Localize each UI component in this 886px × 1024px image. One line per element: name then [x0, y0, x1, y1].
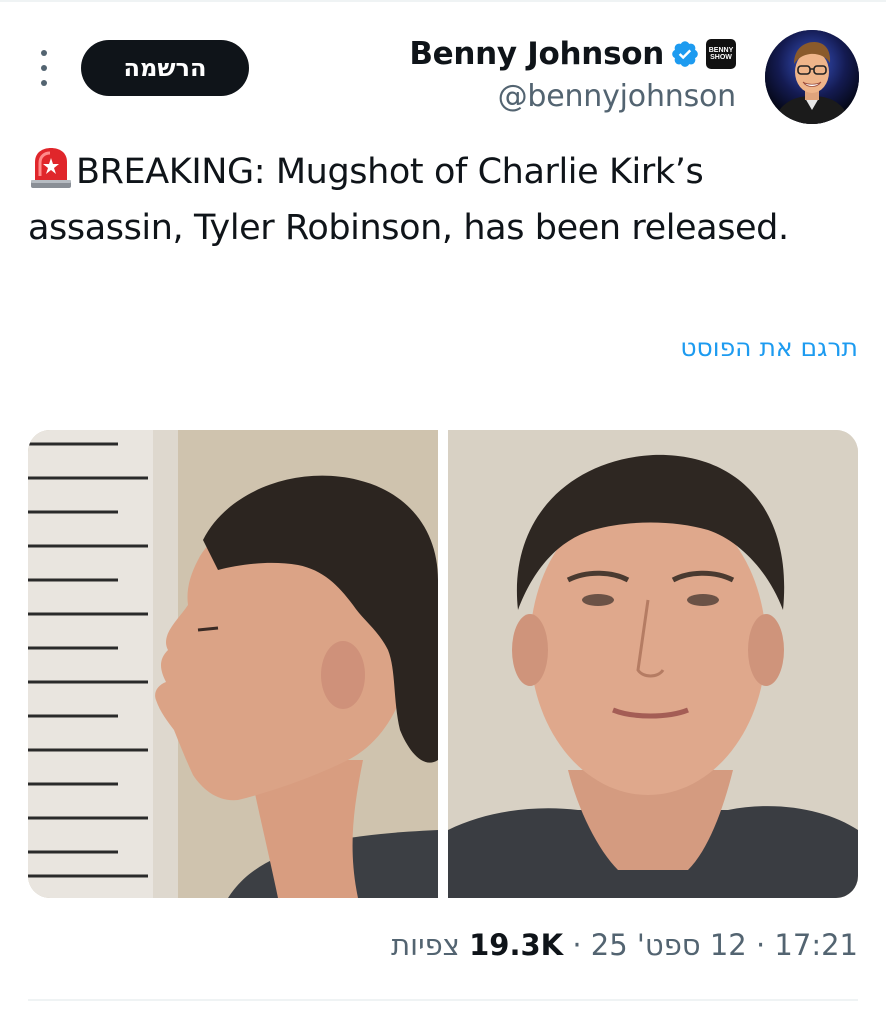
author-display-name[interactable]: Benny Johnson: [409, 36, 664, 72]
post-date[interactable]: 12 ספט' 25: [591, 928, 747, 962]
police-siren-emoji: [31, 148, 71, 188]
post-time[interactable]: 17:21: [774, 928, 858, 962]
mugshot-profile-image[interactable]: [28, 430, 438, 898]
author-name-row[interactable]: Benny Johnson BENNY SHOW: [409, 36, 736, 72]
tweet-meta: 17:21 · 12 ספט' 25 · 19.3K צפיות: [391, 928, 858, 962]
author-handle[interactable]: @bennyjohnson: [498, 79, 737, 114]
bottom-divider: [28, 999, 858, 1001]
more-vertical-icon[interactable]: [36, 50, 52, 86]
mugshot-front-image[interactable]: [448, 430, 858, 898]
top-divider: [0, 0, 886, 2]
avatar[interactable]: [765, 30, 859, 124]
views-count: 19.3K: [469, 928, 564, 962]
meta-separator: ·: [563, 928, 591, 962]
affiliate-badge-icon[interactable]: BENNY SHOW: [706, 39, 736, 69]
media-grid[interactable]: [28, 430, 858, 898]
verified-badge-icon: [672, 41, 698, 67]
tweet-body: BREAKING: Mugshot of Charlie Kirk’s assa…: [28, 152, 789, 248]
translate-post-link[interactable]: תרגם את הפוסט: [680, 333, 858, 362]
views-label: צפיות: [391, 928, 460, 962]
tweet-text: BREAKING: Mugshot of Charlie Kirk’s assa…: [28, 144, 828, 256]
register-button[interactable]: הרשמה: [81, 40, 249, 96]
meta-separator: ·: [746, 928, 775, 962]
